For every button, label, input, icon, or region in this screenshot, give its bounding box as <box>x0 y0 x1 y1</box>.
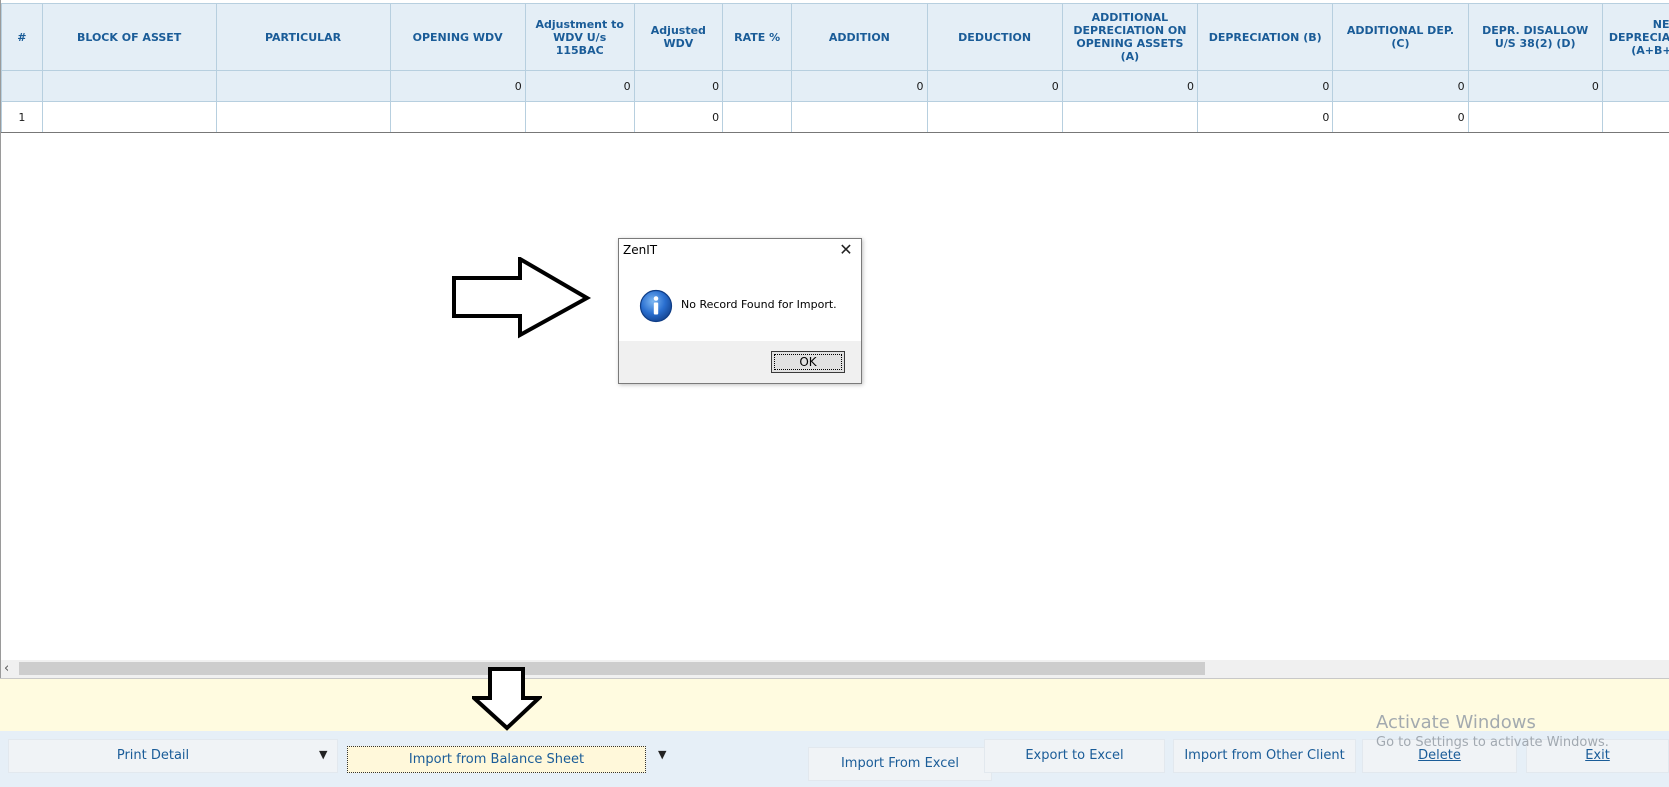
col-header-particular[interactable]: PARTICULAR <box>215 3 391 71</box>
import-balance-sheet-dropdown-icon[interactable]: ▼ <box>658 748 666 761</box>
total-cell <box>1601 70 1669 102</box>
ok-button[interactable]: OK <box>771 351 845 373</box>
net-depreciation-cell[interactable] <box>1601 101 1669 133</box>
total-cell: 0 <box>1061 70 1199 102</box>
opening-wdv-cell[interactable] <box>389 101 526 133</box>
rate-cell[interactable] <box>722 101 793 133</box>
depr-disallow-cell[interactable] <box>1467 101 1603 133</box>
total-cell: 0 <box>524 70 635 102</box>
import-balance-sheet-label: Import from Balance Sheet <box>408 752 585 767</box>
additional-depreciation-cell[interactable] <box>1061 101 1199 133</box>
depreciation-cell[interactable]: 0 <box>1197 101 1334 133</box>
print-detail-dropdown-icon[interactable]: ▼ <box>319 748 327 761</box>
col-header-block-of-asset[interactable]: BLOCK OF ASSET <box>41 3 217 71</box>
total-cell: 0 <box>1332 70 1469 102</box>
additional-dep-cell[interactable]: 0 <box>1332 101 1469 133</box>
total-cell <box>722 70 793 102</box>
print-detail-button[interactable]: Print Detail <box>8 739 338 773</box>
arrow-down-icon <box>472 667 542 731</box>
col-header-adjusted-wdv[interactable]: Adjusted WDV <box>633 3 724 71</box>
app-window: # BLOCK OF ASSET PARTICULAR OPENING WDV … <box>0 0 1669 787</box>
total-cell: 0 <box>1467 70 1603 102</box>
info-icon <box>639 289 673 323</box>
scrollbar-thumb[interactable] <box>19 662 1205 675</box>
total-cell <box>41 70 217 102</box>
col-header-rownum[interactable]: # <box>1 3 43 71</box>
totals-row: 0 0 0 0 0 0 0 0 0 <box>1 70 1669 102</box>
block-of-asset-cell[interactable] <box>41 101 217 133</box>
adjustment-wdv-cell[interactable] <box>524 101 635 133</box>
bottom-toolbar: Print Detail ▼ Import from Balance Sheet… <box>0 731 1669 787</box>
col-header-addition[interactable]: ADDITION <box>791 3 928 71</box>
import-from-excel-label: Import From Excel <box>840 756 960 771</box>
status-strip <box>0 678 1669 731</box>
header-row: # BLOCK OF ASSET PARTICULAR OPENING WDV … <box>1 3 1669 71</box>
total-cell: 0 <box>1197 70 1334 102</box>
total-cell: 0 <box>389 70 526 102</box>
delete-label: Delete <box>1418 748 1461 763</box>
import-from-excel-button[interactable]: Import From Excel <box>808 747 992 781</box>
col-header-additional-dep[interactable]: ADDITIONAL DEP. (C) <box>1332 3 1469 71</box>
col-header-depr-disallow[interactable]: DEPR. DISALLOW U/S 38(2) (D) <box>1467 3 1603 71</box>
col-header-additional-depreciation[interactable]: ADDITIONAL DEPRECIATION ON OPENING ASSET… <box>1061 3 1199 71</box>
grid-divider <box>1 132 1669 133</box>
total-cell <box>215 70 391 102</box>
total-cell: 0 <box>791 70 928 102</box>
close-icon[interactable]: ✕ <box>837 241 855 259</box>
dialog-message: No Record Found for Import. <box>681 298 837 311</box>
delete-button[interactable]: Delete <box>1362 739 1517 773</box>
particular-cell[interactable] <box>215 101 391 133</box>
total-cell <box>1 70 43 102</box>
col-header-opening-wdv[interactable]: OPENING WDV <box>389 3 526 71</box>
total-cell: 0 <box>926 70 1063 102</box>
export-to-excel-button[interactable]: Export to Excel <box>984 739 1165 773</box>
scroll-left-icon[interactable]: ‹ <box>4 662 16 676</box>
import-balance-sheet-button[interactable]: Import from Balance Sheet <box>347 746 646 773</box>
row-number-cell[interactable]: 1 <box>1 101 43 133</box>
message-dialog: ZenIT ✕ No Record Found for Import. OK <box>618 238 862 384</box>
dialog-title: ZenIT <box>623 243 658 257</box>
arrow-right-icon <box>452 257 592 339</box>
exit-button[interactable]: Exit <box>1526 739 1669 773</box>
deduction-cell[interactable] <box>926 101 1063 133</box>
print-detail-label: Print Detail <box>116 748 190 763</box>
adjusted-wdv-cell[interactable]: 0 <box>633 101 724 133</box>
addition-cell[interactable] <box>791 101 928 133</box>
dialog-footer: OK <box>619 341 861 383</box>
table-row[interactable]: 1 0 0 0 <box>1 101 1669 133</box>
import-other-client-label: Import from Other Client <box>1184 748 1345 763</box>
col-header-deduction[interactable]: DEDUCTION <box>926 3 1063 71</box>
col-header-adjustment-wdv[interactable]: Adjustment to WDV U/s 115BAC <box>524 3 635 71</box>
col-header-depreciation[interactable]: DEPRECIATION (B) <box>1197 3 1334 71</box>
total-cell: 0 <box>633 70 724 102</box>
col-header-rate[interactable]: RATE % <box>722 3 793 71</box>
depreciation-table: # BLOCK OF ASSET PARTICULAR OPENING WDV … <box>1 3 1669 133</box>
import-other-client-button[interactable]: Import from Other Client <box>1173 739 1356 773</box>
horizontal-scrollbar[interactable]: ‹ <box>1 660 1669 678</box>
col-header-net-depreciation[interactable]: NET DEPRECIATION (E)(A+B+C-D) <box>1601 3 1669 71</box>
export-to-excel-label: Export to Excel <box>1025 748 1124 763</box>
exit-label: Exit <box>1585 748 1610 763</box>
